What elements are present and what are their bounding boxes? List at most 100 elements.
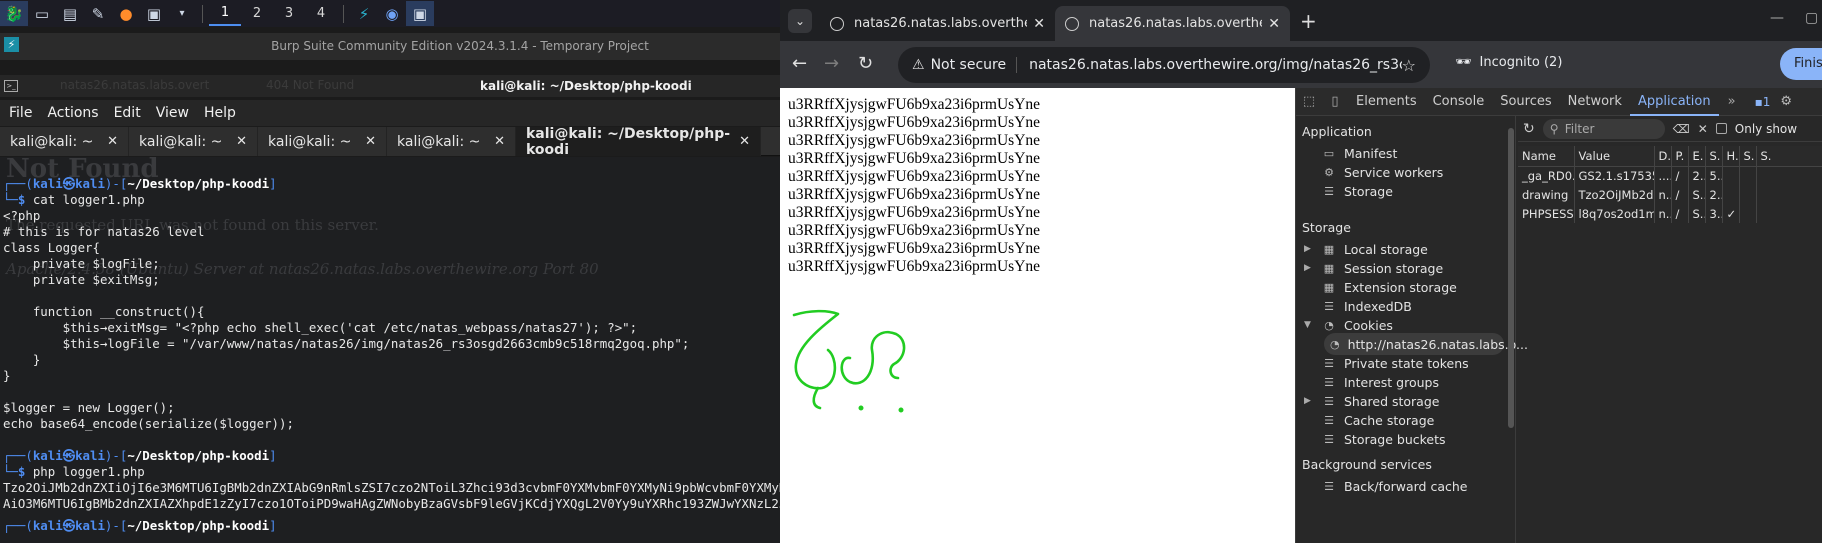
workspace-3[interactable]: 3 xyxy=(273,1,305,26)
menu-edit[interactable]: Edit xyxy=(114,105,141,121)
tab-search-icon[interactable]: ⌄ xyxy=(788,9,812,33)
terminal-tab-label: kali@kali: ~ xyxy=(139,133,223,150)
column-header[interactable]: Name xyxy=(1518,146,1575,167)
only-show-checkbox[interactable] xyxy=(1715,123,1727,134)
menu-help[interactable]: Help xyxy=(204,105,236,121)
reload-icon[interactable]: ↻ xyxy=(858,53,873,74)
terminal-task-icon[interactable]: ▣ xyxy=(406,1,434,26)
cookie-cell: S... xyxy=(1688,185,1706,204)
url-text[interactable]: natas26.natas.labs.overthewire.org/img/n… xyxy=(1029,57,1402,73)
column-header[interactable]: S. xyxy=(1705,146,1723,167)
close-icon[interactable]: ✕ xyxy=(494,134,505,149)
cookie-row[interactable]: _ga_RD0...GS2.1.s17535......./2...5... xyxy=(1518,166,1822,185)
terminal-tab-2[interactable]: kali@kali: ~ ✕ xyxy=(129,127,258,156)
web-page-content: u3RRffXjysjgwFU6b9xa23i6prmUsYne u3RRffXj… xyxy=(780,88,1295,543)
column-header[interactable]: S. xyxy=(1739,146,1757,167)
menu-view[interactable]: View xyxy=(156,105,189,121)
terminal-tab-3[interactable]: kali@kali: ~ ✕ xyxy=(258,127,387,156)
terminal-tab-4[interactable]: kali@kali: ~ ✕ xyxy=(387,127,516,156)
ghost-heading: Not Found xyxy=(6,157,159,184)
address-bar[interactable]: ⚠ Not secure natas26.natas.labs.overthew… xyxy=(898,47,1430,83)
new-tab-icon[interactable]: + xyxy=(1300,9,1317,33)
drawing-stroke xyxy=(840,330,906,385)
finish-button[interactable]: Finish up xyxy=(1780,48,1822,80)
chrome-toolbar: ← → ↻ ⚠ Not secure natas26.natas.labs.ov… xyxy=(780,41,1822,88)
terminal-tab-5[interactable]: kali@kali: ~/Desktop/php-koodi ✕ xyxy=(516,126,761,158)
firefox-icon[interactable]: ● xyxy=(112,1,140,26)
sidebar-scrollbar[interactable] xyxy=(1508,128,1514,428)
chrome-tab-2[interactable]: natas26.natas.labs.overthewire.o ✕ xyxy=(1055,6,1290,41)
cookie-cell: drawing xyxy=(1518,185,1575,204)
device-toolbar-icon[interactable]: ▯ xyxy=(1322,94,1348,109)
workspace-1[interactable]: 1 xyxy=(209,1,241,26)
chrome-tab-1[interactable]: natas26.natas.labs.overthewire.o ✕ xyxy=(820,6,1055,41)
column-header[interactable]: Value xyxy=(1574,146,1655,167)
menu-actions[interactable]: Actions xyxy=(47,105,98,121)
database-icon: ☰ xyxy=(1324,394,1334,408)
code-line: private $exitMsg; xyxy=(3,272,160,287)
more-tabs-icon[interactable]: » xyxy=(1719,94,1745,109)
refresh-icon[interactable]: ↻ xyxy=(1523,121,1535,137)
cookie-row[interactable]: drawingTzo2OiJMb2d...n.../S...2... xyxy=(1518,185,1822,204)
close-icon[interactable]: ✕ xyxy=(1033,16,1045,32)
desktop-icon[interactable]: ▭ xyxy=(28,1,56,26)
cookie-row[interactable]: PHPSESS...l8q7os2od1m...n.../S...3...✓ xyxy=(1518,204,1822,223)
close-icon[interactable]: ✕ xyxy=(1268,16,1280,32)
cookie-cell: 2... xyxy=(1688,166,1706,185)
cookie-cell: / xyxy=(1671,185,1689,204)
forward-icon[interactable]: → xyxy=(824,53,839,74)
column-header[interactable]: S. xyxy=(1756,146,1822,167)
terminal-tabbar: kali@kali: ~ ✕ kali@kali: ~ ✕ kali@kali: ~… xyxy=(0,126,780,158)
issues-badge[interactable]: ▪1 xyxy=(1755,95,1771,109)
close-icon[interactable]: ✕ xyxy=(365,134,376,149)
minimize-icon[interactable]: — xyxy=(1770,10,1784,26)
file-manager-icon[interactable]: ▤ xyxy=(56,1,84,26)
column-header[interactable]: D. xyxy=(1654,146,1672,167)
chevron-down-icon[interactable]: ▾ xyxy=(168,1,196,26)
sidebar-item-storage[interactable]: ☰ Storage xyxy=(1304,180,1393,202)
menu-file[interactable]: File xyxy=(9,105,32,121)
clear-all-icon[interactable]: ✕ xyxy=(1698,122,1708,136)
close-icon[interactable]: ✕ xyxy=(107,134,118,149)
tab-network[interactable]: Network xyxy=(1560,88,1630,116)
workspace-2[interactable]: 2 xyxy=(241,1,273,26)
bookmark-star-icon[interactable]: ☆ xyxy=(1402,56,1416,75)
gear-icon[interactable]: ⚙ xyxy=(1780,94,1792,109)
tab-elements[interactable]: Elements xyxy=(1348,88,1425,116)
back-icon[interactable]: ← xyxy=(792,53,807,74)
tab-sources[interactable]: Sources xyxy=(1492,88,1559,116)
workspace-4[interactable]: 4 xyxy=(305,1,337,26)
not-secure-label[interactable]: Not secure xyxy=(931,57,1018,73)
code-line: $logger = new Logger(); xyxy=(3,400,175,415)
globe-icon xyxy=(1065,16,1079,31)
text-editor-icon[interactable]: ✎ xyxy=(84,1,112,26)
cookie-cell: 3... xyxy=(1705,204,1723,223)
terminal-output[interactable]: Not Found The requested URL was not foun… xyxy=(0,157,780,543)
inspect-icon[interactable]: ⬚ xyxy=(1296,94,1322,109)
kali-menu-icon[interactable]: 🐉 xyxy=(0,1,28,26)
terminal-tab-1[interactable]: kali@kali: ~ ✕ xyxy=(0,127,129,156)
burp-task-icon[interactable]: ⚡ xyxy=(350,1,378,26)
sidebar-item-bfcache[interactable]: ☰ Back/forward cache xyxy=(1304,475,1467,497)
terminal-tab-label: kali@kali: ~ xyxy=(397,133,481,150)
cookie-cell: _ga_RD0... xyxy=(1518,166,1575,185)
close-icon[interactable]: ✕ xyxy=(236,134,247,149)
tab-application[interactable]: Application xyxy=(1629,88,1719,116)
column-header[interactable]: H. xyxy=(1722,146,1740,167)
clear-filtered-icon[interactable]: ⌫ xyxy=(1673,122,1690,136)
incognito-indicator[interactable]: 🕶 Incognito (2) xyxy=(1455,55,1562,70)
column-header[interactable]: E. xyxy=(1688,146,1706,167)
close-icon[interactable]: ✕ xyxy=(739,134,750,149)
sidebar-item-storage-buckets[interactable]: ☰ Storage buckets xyxy=(1304,428,1445,450)
maximize-icon[interactable]: ▢ xyxy=(1805,10,1818,26)
cookie-cell xyxy=(1739,166,1757,185)
burp-titlebar: ⚡ Burp Suite Community Edition v2024.3.1… xyxy=(0,33,780,60)
column-header[interactable]: P. xyxy=(1671,146,1689,167)
chrome-task-icon[interactable]: ◉ xyxy=(378,1,406,26)
cookie-filter-input[interactable]: Filter xyxy=(1542,118,1665,139)
tab-console[interactable]: Console xyxy=(1425,88,1493,116)
terminal-icon[interactable]: ▣ xyxy=(140,1,168,26)
devtools-panel: ⬚ ▯ Elements Console Sources Network App… xyxy=(1295,88,1822,543)
